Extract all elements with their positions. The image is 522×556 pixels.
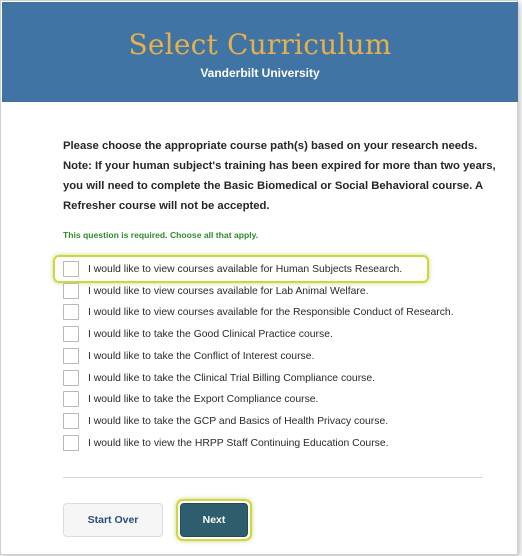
option-human-subjects[interactable]: I would like to view courses available f… xyxy=(63,260,402,278)
option-label: I would like to view the HRPP Staff Cont… xyxy=(88,437,389,449)
option-label: I would like to take the Clinical Trial … xyxy=(88,372,376,384)
checkbox[interactable] xyxy=(63,304,79,320)
option-clinical-trial-billing[interactable]: I would like to take the Clinical Trial … xyxy=(63,369,375,387)
next-button[interactable]: Next xyxy=(180,503,248,537)
checkbox[interactable] xyxy=(63,283,79,299)
option-lab-animal-welfare[interactable]: I would like to view courses available f… xyxy=(63,282,369,300)
curriculum-panel: Select Curriculum Vanderbilt University … xyxy=(0,0,518,555)
checkbox[interactable] xyxy=(63,413,79,429)
option-label: I would like to view courses available f… xyxy=(88,306,454,318)
checkbox[interactable] xyxy=(63,391,79,407)
checkbox[interactable] xyxy=(63,348,79,364)
option-export-compliance[interactable]: I would like to take the Export Complian… xyxy=(63,390,318,408)
option-responsible-conduct[interactable]: I would like to view courses available f… xyxy=(63,303,454,321)
option-conflict-of-interest[interactable]: I would like to take the Conflict of Int… xyxy=(63,347,314,365)
option-hrpp-staff[interactable]: I would like to view the HRPP Staff Cont… xyxy=(63,434,389,452)
course-options: I would like to view courses available f… xyxy=(1,1,519,556)
option-label: I would like to view courses available f… xyxy=(88,285,369,297)
start-over-button[interactable]: Start Over xyxy=(63,503,163,537)
option-label: I would like to take the Conflict of Int… xyxy=(88,350,315,362)
option-label: I would like to take the GCP and Basics … xyxy=(88,415,389,427)
option-label: I would like to view courses available f… xyxy=(88,263,403,275)
checkbox[interactable] xyxy=(63,261,79,277)
option-label: I would like to take the Good Clinical P… xyxy=(88,328,333,340)
checkbox[interactable] xyxy=(63,370,79,386)
divider xyxy=(63,477,483,478)
checkbox[interactable] xyxy=(63,435,79,451)
checkbox[interactable] xyxy=(63,326,79,342)
option-good-clinical-practice[interactable]: I would like to take the Good Clinical P… xyxy=(63,325,333,343)
option-label: I would like to take the Export Complian… xyxy=(88,393,319,405)
option-gcp-health-privacy[interactable]: I would like to take the GCP and Basics … xyxy=(63,412,388,430)
